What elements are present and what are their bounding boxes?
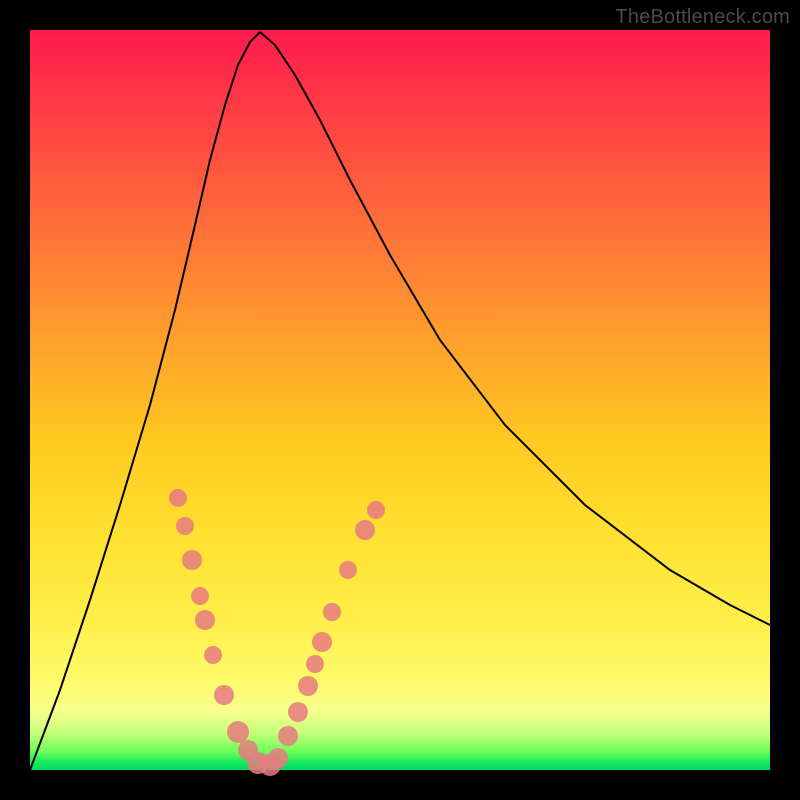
data-bead <box>367 501 385 519</box>
data-bead <box>268 748 288 768</box>
data-bead <box>312 632 332 652</box>
right-curve <box>260 32 770 625</box>
data-bead <box>306 655 324 673</box>
data-bead <box>214 685 234 705</box>
data-bead <box>195 610 215 630</box>
data-bead <box>278 726 298 746</box>
data-bead <box>169 489 187 507</box>
watermark-text: TheBottleneck.com <box>615 6 790 29</box>
data-bead <box>298 676 318 696</box>
data-bead <box>323 603 341 621</box>
data-bead <box>182 550 202 570</box>
chart-frame: TheBottleneck.com <box>0 0 800 800</box>
data-bead <box>355 520 375 540</box>
data-bead <box>288 702 308 722</box>
left-curve <box>30 32 260 770</box>
data-bead <box>176 517 194 535</box>
data-bead <box>227 721 249 743</box>
data-bead <box>191 587 209 605</box>
data-bead <box>204 646 222 664</box>
data-bead <box>339 561 357 579</box>
bead-cluster <box>169 489 385 776</box>
chart-svg <box>30 30 770 770</box>
